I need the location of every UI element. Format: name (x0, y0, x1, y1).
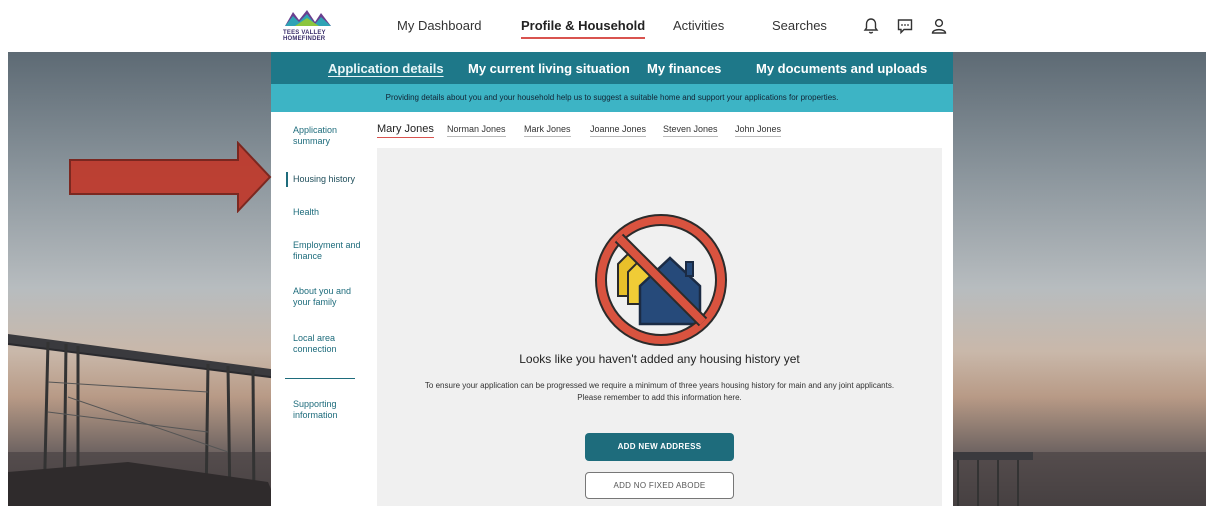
tab-living-situation[interactable]: My current living situation (468, 61, 630, 76)
sidebar-item-application-summary[interactable]: Application summary (293, 125, 363, 147)
add-no-fixed-abode-button[interactable]: ADD NO FIXED ABODE (585, 472, 734, 499)
user-icon[interactable] (930, 17, 948, 35)
sidebar-item-supporting-info[interactable]: Supporting information (293, 399, 363, 421)
member-tab-mary[interactable]: Mary Jones (377, 123, 434, 138)
brand-logo[interactable]: TEES VALLEY HOMEFINDER (283, 8, 337, 44)
bell-icon[interactable] (862, 17, 880, 35)
info-banner-text: Providing details about you and your hou… (385, 93, 839, 102)
nav-my-dashboard[interactable]: My Dashboard (397, 18, 482, 33)
no-housing-icon (595, 214, 727, 346)
empty-state-body: To ensure your application can be progre… (387, 380, 932, 404)
logo-mark-icon (285, 10, 331, 26)
red-arrow-pointer (69, 141, 272, 213)
empty-state-title: Looks like you haven't added any housing… (519, 352, 800, 366)
logo-text-line2: HOMEFINDER (283, 36, 326, 42)
info-banner: Providing details about you and your hou… (271, 84, 953, 112)
active-indicator (286, 172, 288, 187)
empty-state-line2: Please remember to add this information … (577, 393, 742, 402)
empty-state-line1: To ensure your application can be progre… (424, 381, 895, 390)
tab-my-finances[interactable]: My finances (647, 61, 721, 76)
sidebar-item-about-you[interactable]: About you and your family (293, 286, 363, 308)
top-navigation: TEES VALLEY HOMEFINDER My Dashboard Prof… (0, 0, 1206, 52)
sidebar-item-health[interactable]: Health (293, 207, 363, 218)
member-tab-norman[interactable]: Norman Jones (447, 124, 506, 137)
main-panel: Application summary Housing history Heal… (271, 112, 953, 506)
housing-history-empty-state: Looks like you haven't added any housing… (377, 148, 942, 506)
nav-activities[interactable]: Activities (673, 18, 724, 33)
tab-documents-uploads[interactable]: My documents and uploads (756, 61, 927, 76)
tab-application-details[interactable]: Application details (328, 61, 444, 76)
sidebar-item-employment[interactable]: Employment and finance (293, 240, 363, 262)
chat-icon[interactable] (896, 17, 914, 35)
nav-searches[interactable]: Searches (772, 18, 827, 33)
sidebar-divider (285, 378, 355, 379)
member-tab-mark[interactable]: Mark Jones (524, 124, 571, 137)
member-tab-joanne[interactable]: Joanne Jones (590, 124, 647, 137)
sidebar-item-local-area[interactable]: Local area connection (293, 333, 363, 355)
member-tab-steven[interactable]: Steven Jones (663, 124, 718, 137)
member-tab-john[interactable]: John Jones (735, 124, 782, 137)
sidebar-item-label: Housing history (293, 174, 356, 184)
section-tabs: Application details My current living si… (271, 52, 953, 84)
nav-profile-household[interactable]: Profile & Household (521, 18, 646, 39)
sidebar-item-housing-history[interactable]: Housing history (286, 172, 363, 187)
add-new-address-button[interactable]: ADD NEW ADDRESS (585, 433, 734, 461)
